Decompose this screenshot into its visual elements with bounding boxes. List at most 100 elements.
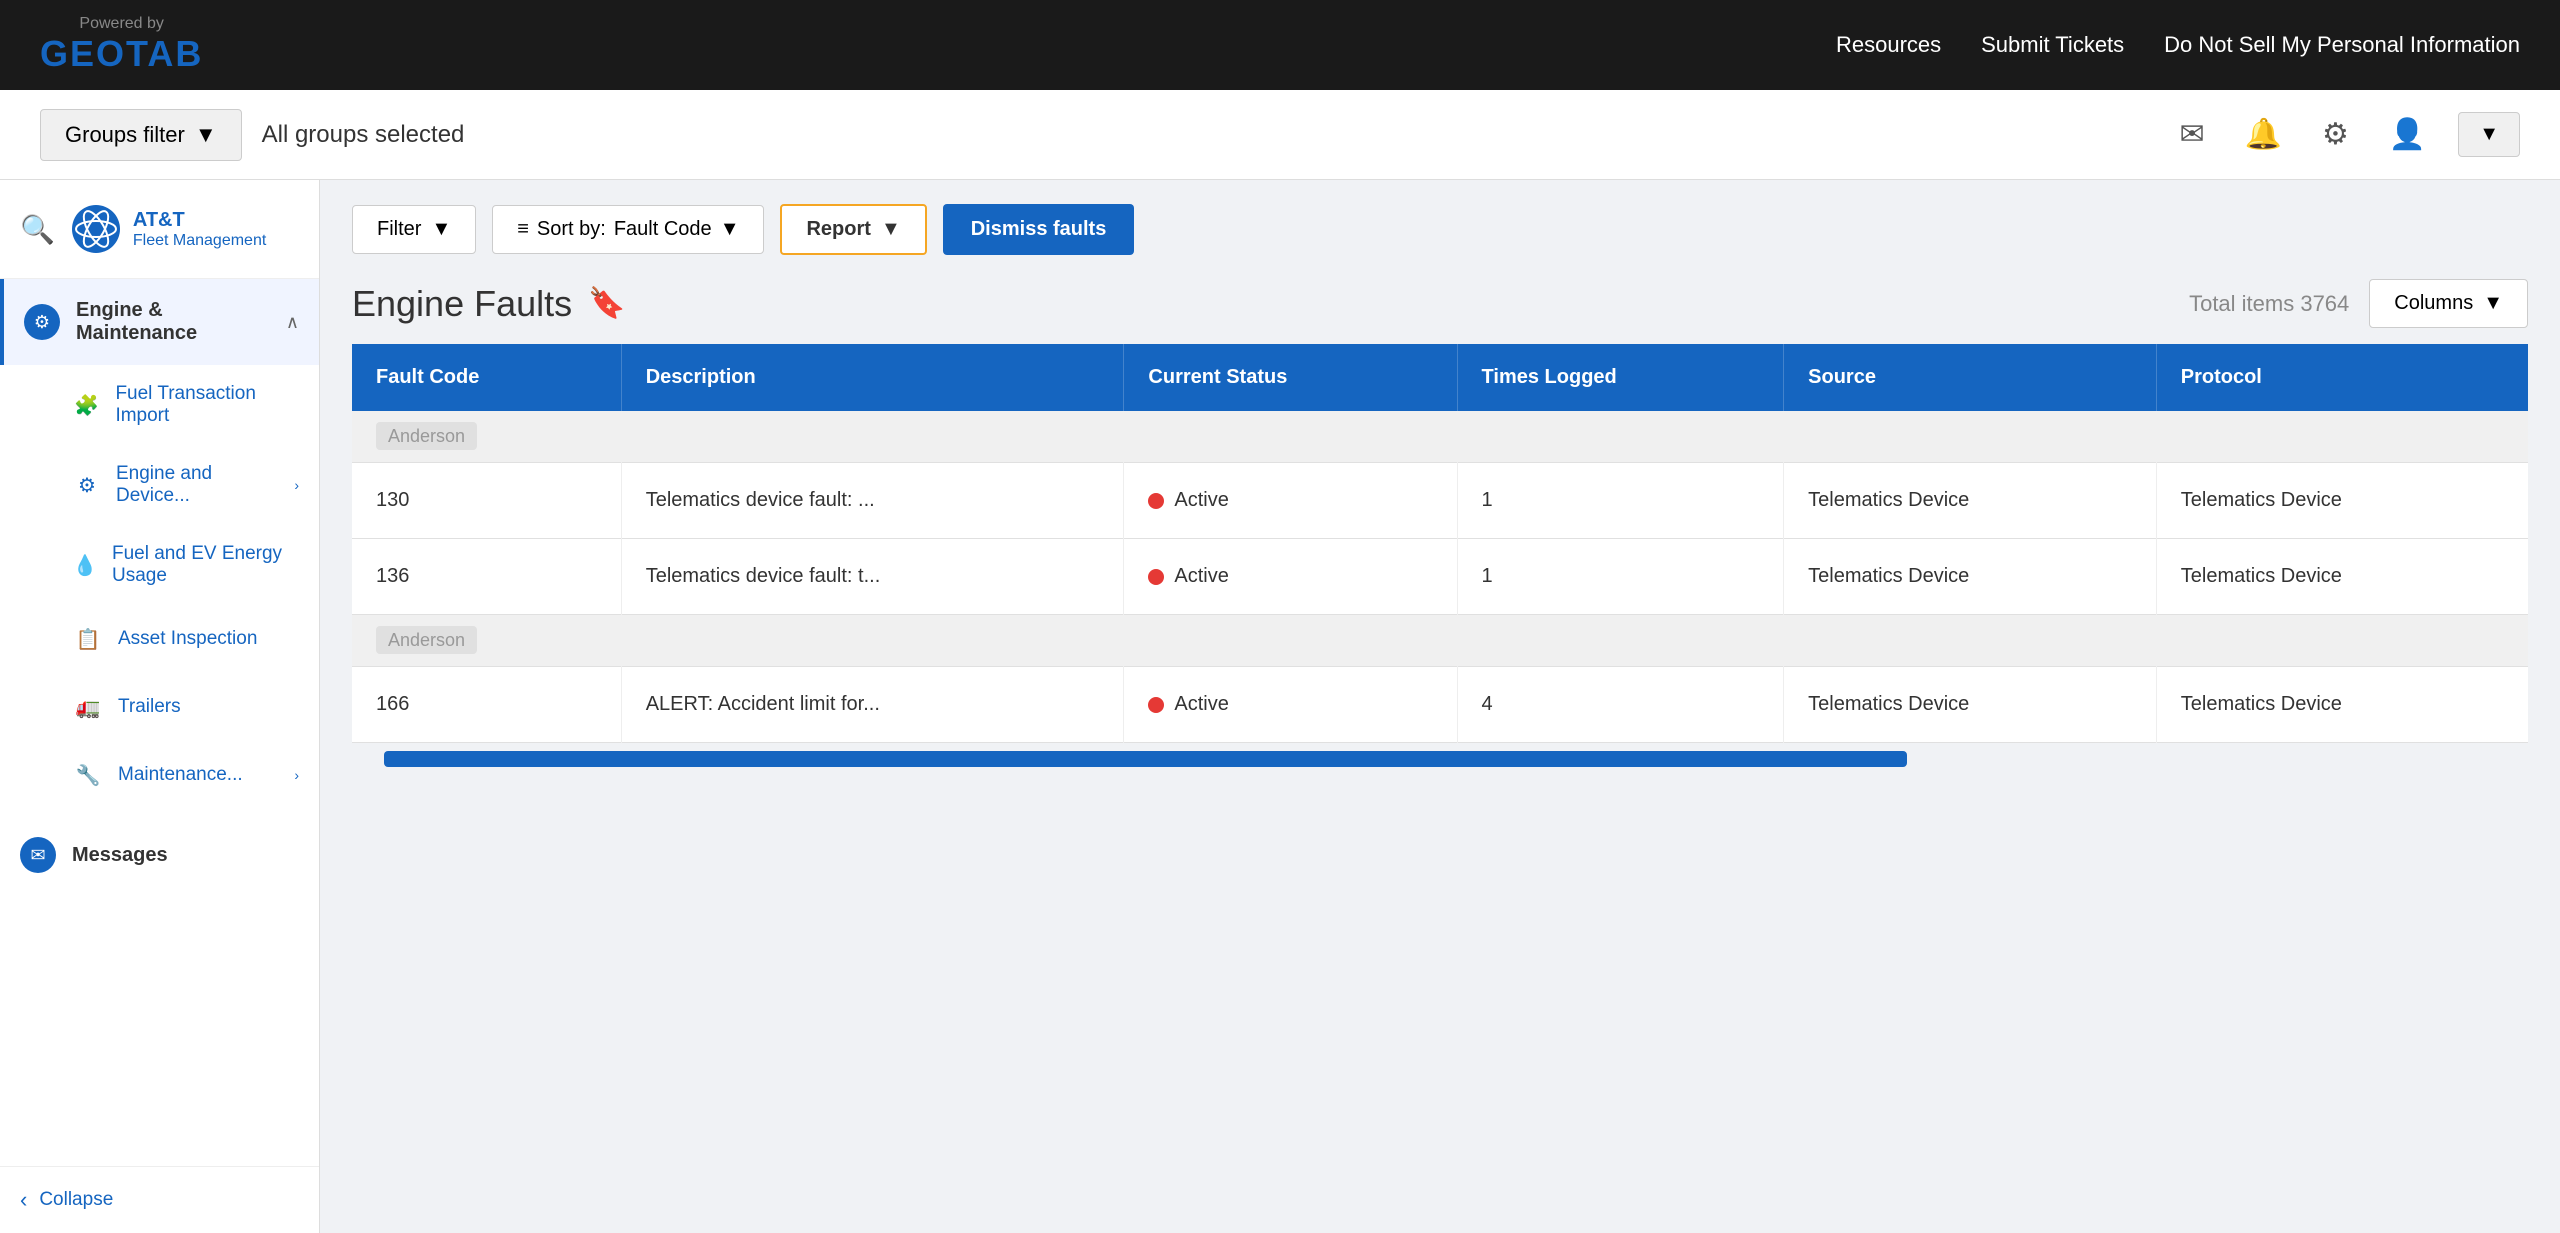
groups-bar: Groups filter ▼ All groups selected ✉ 🔔 … <box>0 90 2560 180</box>
horizontal-scrollbar[interactable] <box>384 751 1907 767</box>
times-logged-cell: 4 <box>1457 667 1784 743</box>
do-not-sell-link[interactable]: Do Not Sell My Personal Information <box>2164 32 2520 58</box>
resources-link[interactable]: Resources <box>1836 32 1941 58</box>
page-title-right: Total items 3764 Columns ▼ <box>2189 279 2528 328</box>
columns-label: Columns <box>2394 292 2473 315</box>
search-button[interactable]: 🔍 <box>20 213 55 246</box>
maintenance-icon: 🔧 <box>72 759 104 791</box>
filter-chevron-icon: ▼ <box>431 218 451 241</box>
sidebar-item-fuel-ev[interactable]: 💧 Fuel and EV Energy Usage <box>0 525 319 605</box>
fuel-ev-icon: 💧 <box>72 549 98 581</box>
engine-device-icon: ⚙ <box>72 469 102 501</box>
group-label: Anderson <box>352 615 2528 667</box>
submit-tickets-link[interactable]: Submit Tickets <box>1981 32 2124 58</box>
user-name-text: ▼ <box>2479 123 2499 146</box>
fuel-transaction-label: Fuel Transaction Import <box>115 383 299 427</box>
status-dot-red <box>1148 569 1164 585</box>
columns-button[interactable]: Columns ▼ <box>2369 279 2528 328</box>
chevron-down-icon: ▼ <box>195 122 217 148</box>
top-nav-left: Powered by GEOTAB <box>40 15 203 75</box>
status-dot-red <box>1148 493 1164 509</box>
status-active-indicator: Active <box>1148 693 1432 716</box>
maintenance-label: Maintenance... <box>118 764 243 786</box>
mail-icon-button[interactable]: ✉ <box>2171 109 2212 160</box>
group-name-anderson-2: Anderson <box>376 626 477 654</box>
bell-icon-button[interactable]: 🔔 <box>2237 109 2290 160</box>
table-row: Anderson <box>352 615 2528 667</box>
powered-by-text: Powered by <box>79 15 164 33</box>
status-text: Active <box>1174 693 1228 716</box>
description-cell: Telematics device fault: ... <box>621 463 1124 539</box>
groups-filter-button[interactable]: Groups filter ▼ <box>40 109 242 161</box>
sidebar-item-engine-device[interactable]: ⚙ Engine and Device... › <box>0 445 319 525</box>
fault-code-cell: 136 <box>352 539 621 615</box>
report-label: Report <box>806 218 870 241</box>
brand-name: AT&T <box>133 209 266 232</box>
col-times-logged: Times Logged <box>1457 344 1784 411</box>
status-active-indicator: Active <box>1148 489 1432 512</box>
status-text: Active <box>1174 565 1228 588</box>
sidebar-item-messages[interactable]: ✉ Messages <box>0 817 319 893</box>
sort-value: Fault Code <box>614 218 712 241</box>
group-name-anderson-1: Anderson <box>376 422 477 450</box>
sort-icon: ≡ <box>517 218 529 241</box>
faults-table-container: Fault Code Description Current Status Ti… <box>320 344 2560 1233</box>
status-cell: Active <box>1124 667 1457 743</box>
sidebar-item-asset-inspection[interactable]: 📋 Asset Inspection <box>0 605 319 673</box>
chevron-right-icon-maintenance: › <box>294 767 299 783</box>
times-logged-cell: 1 <box>1457 463 1784 539</box>
filter-label: Filter <box>377 218 421 241</box>
bookmark-icon[interactable]: 🔖 <box>588 286 625 321</box>
table-header: Fault Code Description Current Status Ti… <box>352 344 2528 411</box>
source-cell: Telematics Device <box>1784 667 2157 743</box>
source-cell: Telematics Device <box>1784 539 2157 615</box>
puzzle-icon: 🧩 <box>72 389 101 421</box>
description-cell: Telematics device fault: t... <box>621 539 1124 615</box>
protocol-cell: Telematics Device <box>2156 667 2528 743</box>
sidebar-item-engine-maintenance[interactable]: ⚙ Engine & Maintenance ∧ <box>0 279 319 365</box>
report-button[interactable]: Report ▼ <box>780 204 926 255</box>
table-row[interactable]: 130 Telematics device fault: ... Active … <box>352 463 2528 539</box>
page-title-row: Engine Faults 🔖 Total items 3764 Columns… <box>320 271 2560 344</box>
status-cell: Active <box>1124 463 1457 539</box>
att-logo-icon <box>71 204 121 254</box>
dismiss-label: Dismiss faults <box>971 218 1107 240</box>
dismiss-faults-button[interactable]: Dismiss faults <box>943 204 1135 255</box>
sidebar-section-engine: ⚙ Engine & Maintenance ∧ 🧩 Fuel Transact… <box>0 279 319 809</box>
sidebar-item-fuel-transaction[interactable]: 🧩 Fuel Transaction Import <box>0 365 319 445</box>
times-logged-cell: 1 <box>1457 539 1784 615</box>
sort-label: Sort by: <box>537 218 606 241</box>
report-chevron-icon: ▼ <box>881 218 901 241</box>
chevron-right-icon: › <box>294 477 299 493</box>
user-account-button[interactable]: ▼ <box>2458 112 2520 157</box>
main-layout: 🔍 AT&T Fleet Management ⚙ Engine & Maint… <box>0 180 2560 1233</box>
brand-sub: Fleet Management <box>133 232 266 250</box>
messages-icon: ✉ <box>20 837 56 873</box>
sort-chevron-icon: ▼ <box>720 218 740 241</box>
user-icon-button[interactable]: 👤 <box>2381 109 2434 160</box>
sidebar-item-maintenance[interactable]: 🔧 Maintenance... › <box>0 741 319 809</box>
table-row: Anderson <box>352 411 2528 463</box>
sidebar-collapse-button[interactable]: ‹ Collapse <box>0 1166 319 1233</box>
table-row[interactable]: 136 Telematics device fault: t... Active… <box>352 539 2528 615</box>
col-source: Source <box>1784 344 2157 411</box>
sort-button[interactable]: ≡ Sort by: Fault Code ▼ <box>492 205 764 254</box>
top-navigation: Powered by GEOTAB Resources Submit Ticke… <box>0 0 2560 90</box>
table-row[interactable]: 166 ALERT: Accident limit for... Active … <box>352 667 2528 743</box>
engine-maintenance-label: Engine & Maintenance <box>76 299 270 345</box>
status-text: Active <box>1174 489 1228 512</box>
protocol-cell: Telematics Device <box>2156 539 2528 615</box>
sidebar-item-trailers[interactable]: 🚛 Trailers <box>0 673 319 741</box>
gear-icon-button[interactable]: ⚙ <box>2314 109 2357 160</box>
geotab-logo: Powered by GEOTAB <box>40 15 203 75</box>
filter-button[interactable]: Filter ▼ <box>352 205 476 254</box>
messages-label: Messages <box>72 844 299 867</box>
brand-logo: AT&T Fleet Management <box>71 204 266 254</box>
groups-filter-label: Groups filter <box>65 122 185 148</box>
status-active-indicator: Active <box>1148 565 1432 588</box>
col-description: Description <box>621 344 1124 411</box>
table-body: Anderson 130 Telematics device fault: ..… <box>352 411 2528 743</box>
col-protocol: Protocol <box>2156 344 2528 411</box>
brand-logo-text: AT&T Fleet Management <box>133 209 266 250</box>
engine-device-label: Engine and Device... <box>116 463 280 507</box>
